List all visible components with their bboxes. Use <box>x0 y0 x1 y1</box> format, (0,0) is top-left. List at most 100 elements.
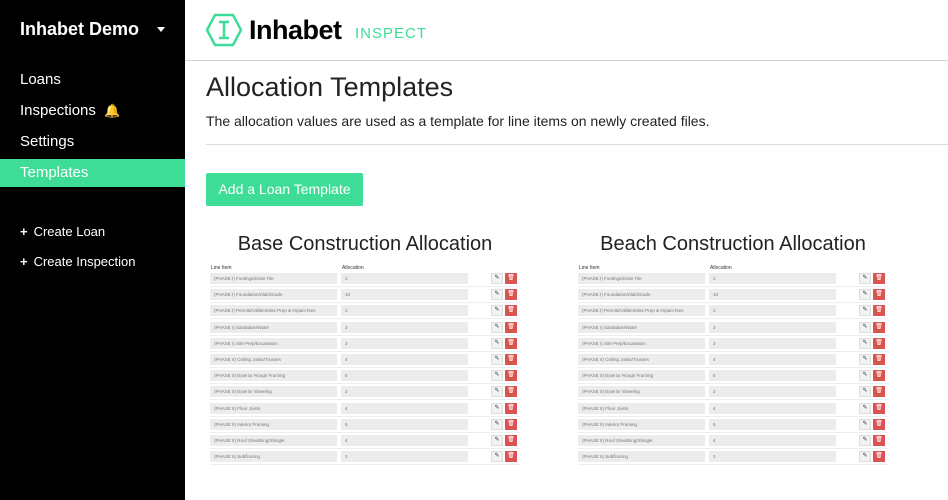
sidebar-item-loans[interactable]: Loans <box>0 66 185 94</box>
edit-pencil-icon[interactable]: ✎ <box>859 337 871 349</box>
allocation-field[interactable]: 3 <box>341 337 468 349</box>
allocation-field[interactable]: 3 <box>341 321 468 333</box>
delete-trash-icon[interactable]: 🗑 <box>873 451 885 463</box>
line-item-field[interactable]: (PHASE I) Foundation/Slab/Grade <box>578 289 705 301</box>
allocation-field[interactable]: 3 <box>709 337 836 349</box>
edit-pencil-icon[interactable]: ✎ <box>491 305 503 317</box>
line-item-field[interactable]: (PHASE II) Exterior Rough Framing <box>578 370 705 382</box>
delete-trash-icon[interactable]: 🗑 <box>505 386 517 398</box>
allocation-field[interactable]: 2 <box>709 305 836 317</box>
delete-trash-icon[interactable]: 🗑 <box>873 321 885 333</box>
allocation-field[interactable]: 5 <box>709 418 836 430</box>
line-item-field[interactable]: (PHASE II) Interior Framing <box>210 418 337 430</box>
edit-pencil-icon[interactable]: ✎ <box>859 321 871 333</box>
allocation-field[interactable]: 2 <box>341 273 468 284</box>
line-item-field[interactable]: (PHASE II) Interior Framing <box>578 418 705 430</box>
line-item-field[interactable]: (PHASE II) Roof Sheathing/Shingle <box>578 435 705 446</box>
edit-pencil-icon[interactable]: ✎ <box>859 386 871 398</box>
line-item-field[interactable]: (PHASE II) Subflooring <box>210 451 337 463</box>
edit-pencil-icon[interactable]: ✎ <box>859 354 871 365</box>
delete-trash-icon[interactable]: 🗑 <box>873 402 885 414</box>
edit-pencil-icon[interactable]: ✎ <box>491 370 503 382</box>
allocation-field[interactable]: 10 <box>709 289 836 301</box>
add-loan-template-button[interactable]: Add a Loan Template <box>206 173 363 206</box>
edit-pencil-icon[interactable]: ✎ <box>491 337 503 349</box>
sidebar-item-templates[interactable]: Templates <box>0 159 185 187</box>
allocation-field[interactable]: 4 <box>341 354 468 365</box>
edit-pencil-icon[interactable]: ✎ <box>859 289 871 301</box>
line-item-field[interactable]: (PHASE II) Ceiling Joists/Trusses <box>578 354 705 365</box>
edit-pencil-icon[interactable]: ✎ <box>491 402 503 414</box>
allocation-field[interactable]: 3 <box>709 321 836 333</box>
create-inspection-link[interactable]: + Create Inspection <box>20 254 136 269</box>
line-item-field[interactable]: (PHASE I) Footings/Drain Tile <box>210 273 337 284</box>
delete-trash-icon[interactable]: 🗑 <box>505 273 517 284</box>
delete-trash-icon[interactable]: 🗑 <box>873 418 885 430</box>
line-item-field[interactable]: (PHASE I) Permits/Utilities/Site Prep & … <box>210 305 337 317</box>
line-item-field[interactable]: (PHASE I) Footings/Drain Tile <box>578 273 705 284</box>
line-item-field[interactable]: (PHASE II) Ceiling Joists/Trusses <box>210 354 337 365</box>
edit-pencil-icon[interactable]: ✎ <box>491 273 503 284</box>
allocation-field[interactable]: 4 <box>709 402 836 414</box>
line-item-field[interactable]: (PHASE I) Sanitation/Water <box>578 321 705 333</box>
allocation-field[interactable]: 10 <box>341 289 468 301</box>
create-loan-link[interactable]: + Create Loan <box>20 224 105 239</box>
delete-trash-icon[interactable]: 🗑 <box>873 289 885 301</box>
line-item-field[interactable]: (PHASE II) Subflooring <box>578 451 705 463</box>
allocation-field[interactable]: 2 <box>709 273 836 284</box>
edit-pencil-icon[interactable]: ✎ <box>859 305 871 317</box>
sidebar-item-settings[interactable]: Settings <box>0 128 185 156</box>
delete-trash-icon[interactable]: 🗑 <box>873 354 885 365</box>
brand-title[interactable]: Inhabet Demo <box>20 19 139 40</box>
allocation-field[interactable]: 2 <box>341 451 468 463</box>
line-item-field[interactable]: (PHASE I) Site Prep/Excavation <box>578 337 705 349</box>
line-item-field[interactable]: (PHASE I) Sanitation/Water <box>210 321 337 333</box>
line-item-field[interactable]: (PHASE II) Exterior Rough Framing <box>210 370 337 382</box>
delete-trash-icon[interactable]: 🗑 <box>505 370 517 382</box>
line-item-field[interactable]: (PHASE I) Permits/Utilities/Site Prep & … <box>578 305 705 317</box>
delete-trash-icon[interactable]: 🗑 <box>505 321 517 333</box>
delete-trash-icon[interactable]: 🗑 <box>873 370 885 382</box>
delete-trash-icon[interactable]: 🗑 <box>873 337 885 349</box>
edit-pencil-icon[interactable]: ✎ <box>491 354 503 365</box>
allocation-field[interactable]: 2 <box>341 305 468 317</box>
line-item-field[interactable]: (PHASE II) Roof Sheathing/Shingle <box>210 435 337 446</box>
delete-trash-icon[interactable]: 🗑 <box>505 451 517 463</box>
delete-trash-icon[interactable]: 🗑 <box>505 354 517 365</box>
allocation-field[interactable]: 5 <box>341 418 468 430</box>
edit-pencil-icon[interactable]: ✎ <box>491 418 503 430</box>
allocation-field[interactable]: 5 <box>341 370 468 382</box>
allocation-field[interactable]: 2 <box>341 386 468 398</box>
edit-pencil-icon[interactable]: ✎ <box>491 435 503 446</box>
edit-pencil-icon[interactable]: ✎ <box>491 321 503 333</box>
line-item-field[interactable]: (PHASE II) Exterior Sheeting <box>210 386 337 398</box>
edit-pencil-icon[interactable]: ✎ <box>859 402 871 414</box>
delete-trash-icon[interactable]: 🗑 <box>505 305 517 317</box>
delete-trash-icon[interactable]: 🗑 <box>505 337 517 349</box>
edit-pencil-icon[interactable]: ✎ <box>859 370 871 382</box>
sidebar-item-inspections[interactable]: Inspections 🔔 <box>0 97 185 125</box>
line-item-field[interactable]: (PHASE II) Exterior Sheeting <box>578 386 705 398</box>
delete-trash-icon[interactable]: 🗑 <box>505 402 517 414</box>
line-item-field[interactable]: (PHASE I) Foundation/Slab/Grade <box>210 289 337 301</box>
delete-trash-icon[interactable]: 🗑 <box>873 435 885 446</box>
allocation-field[interactable]: 4 <box>709 354 836 365</box>
delete-trash-icon[interactable]: 🗑 <box>505 289 517 301</box>
allocation-field[interactable]: 4 <box>709 435 836 446</box>
allocation-field[interactable]: 4 <box>341 435 468 446</box>
line-item-field[interactable]: (PHASE II) Floor Joists <box>578 402 705 414</box>
allocation-field[interactable]: 2 <box>709 451 836 463</box>
line-item-field[interactable]: (PHASE II) Floor Joists <box>210 402 337 414</box>
edit-pencil-icon[interactable]: ✎ <box>491 386 503 398</box>
delete-trash-icon[interactable]: 🗑 <box>873 386 885 398</box>
edit-pencil-icon[interactable]: ✎ <box>491 289 503 301</box>
allocation-field[interactable]: 5 <box>709 370 836 382</box>
caret-down-icon[interactable] <box>157 27 165 32</box>
edit-pencil-icon[interactable]: ✎ <box>859 451 871 463</box>
edit-pencil-icon[interactable]: ✎ <box>859 418 871 430</box>
delete-trash-icon[interactable]: 🗑 <box>505 435 517 446</box>
edit-pencil-icon[interactable]: ✎ <box>859 435 871 446</box>
edit-pencil-icon[interactable]: ✎ <box>491 451 503 463</box>
allocation-field[interactable]: 4 <box>341 402 468 414</box>
delete-trash-icon[interactable]: 🗑 <box>873 273 885 284</box>
